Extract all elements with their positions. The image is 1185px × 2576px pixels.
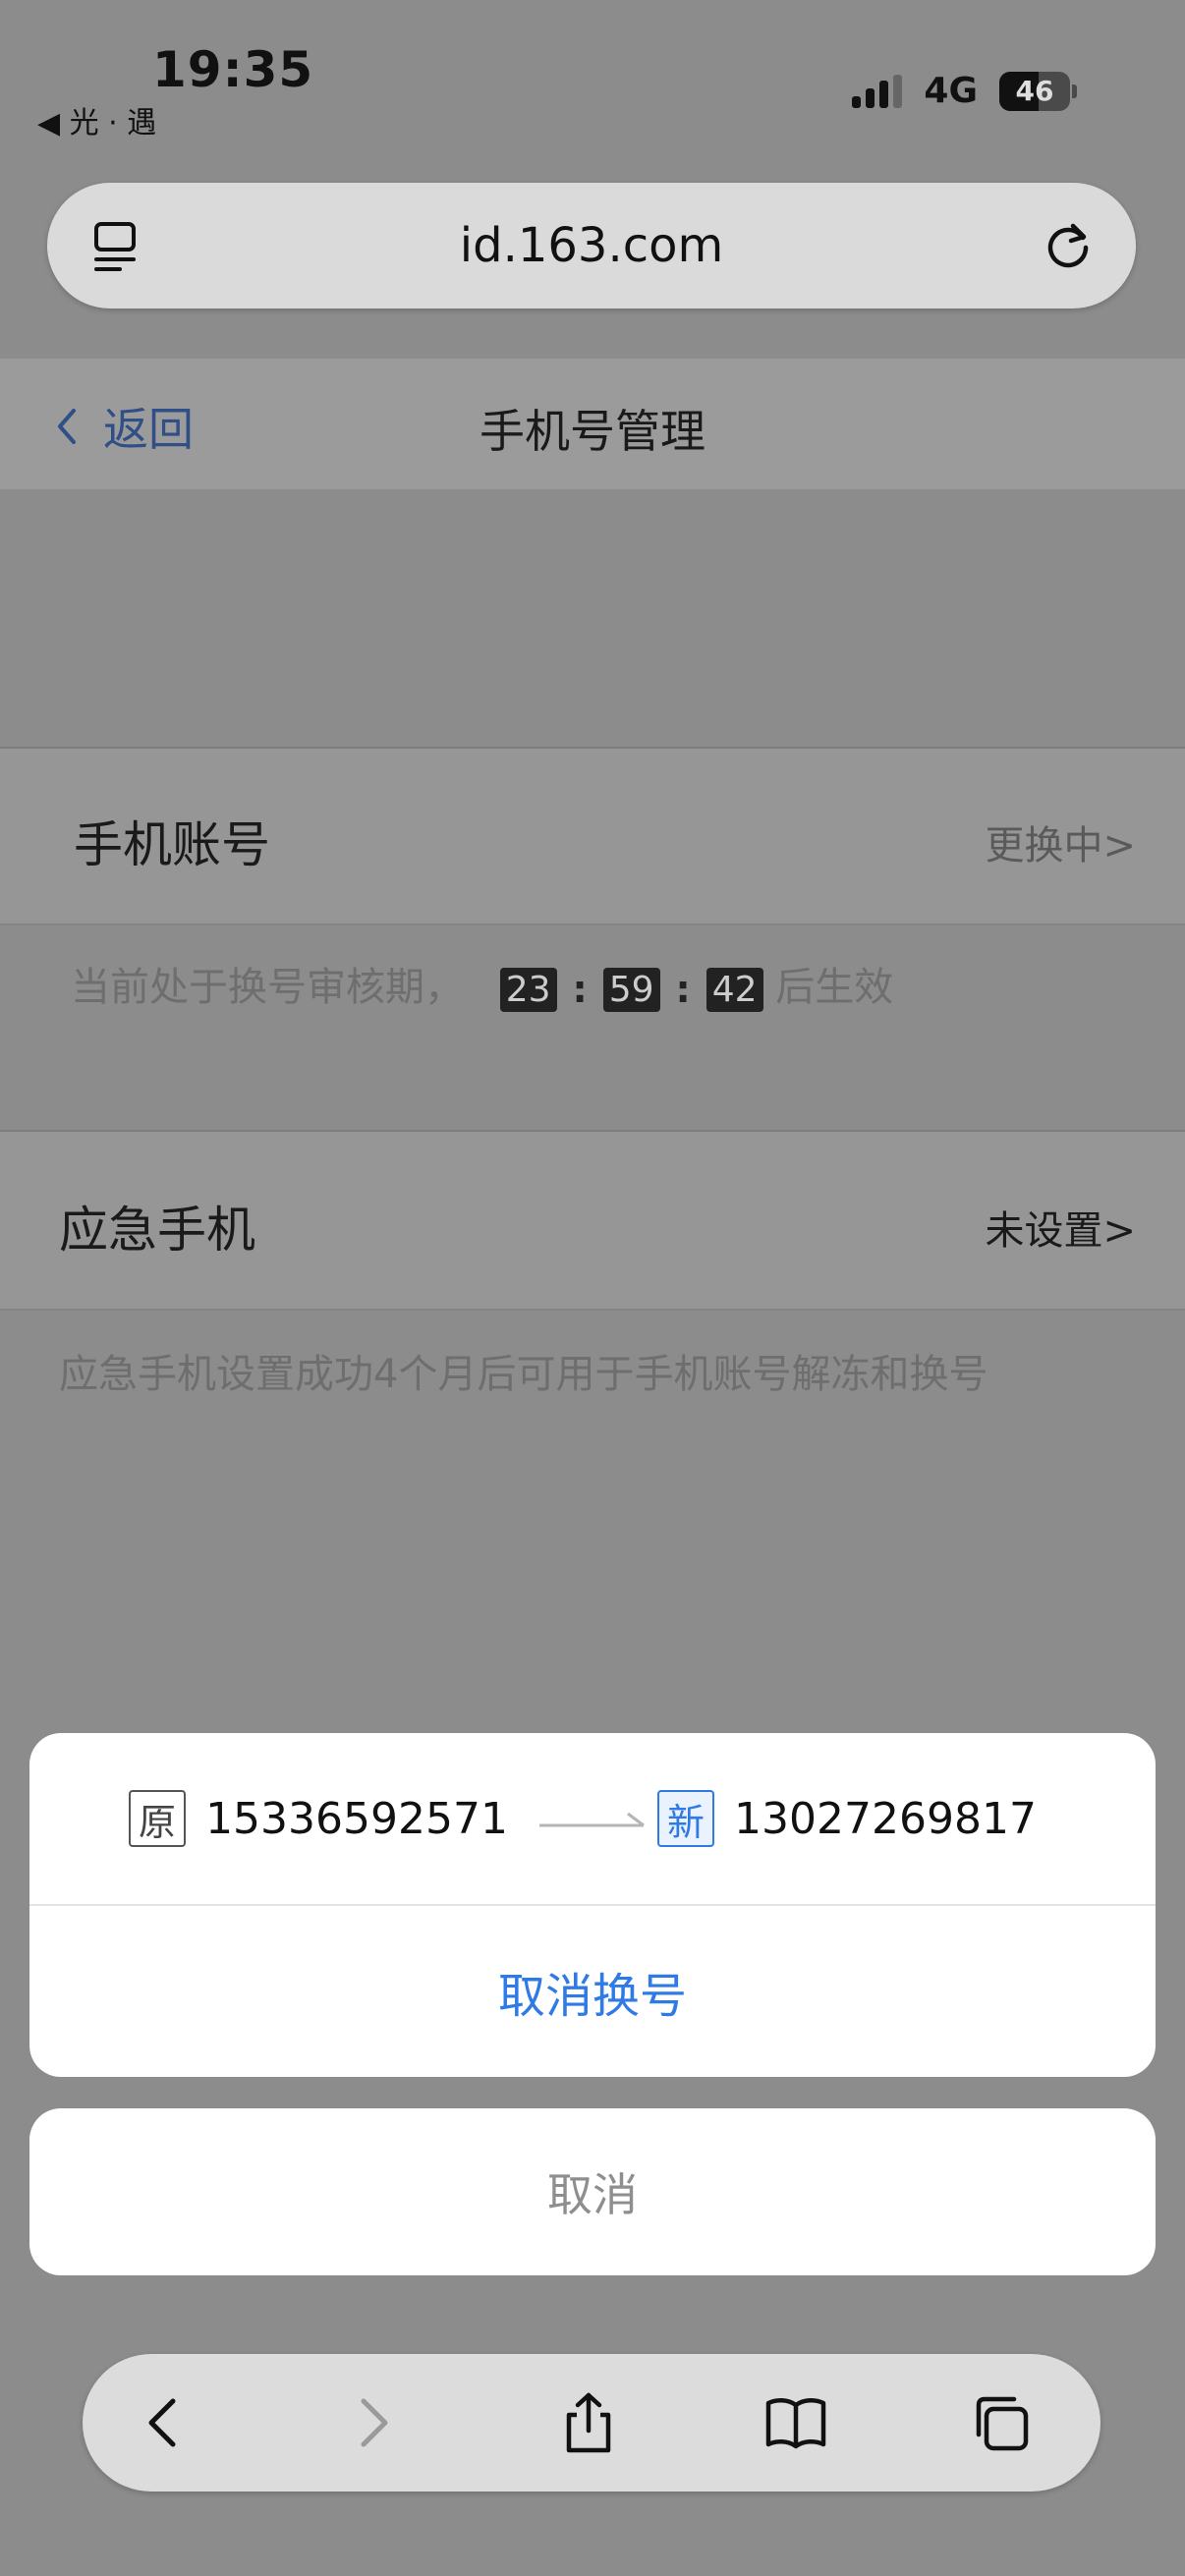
phone-account-row[interactable]: 手机账号 更换中> bbox=[0, 747, 1185, 925]
share-icon[interactable] bbox=[557, 2391, 620, 2454]
old-number-tag: 原 bbox=[129, 1790, 187, 1847]
phone-account-status[interactable]: 更换中> bbox=[985, 813, 1136, 870]
new-number: 13027269817 bbox=[734, 1793, 1037, 1844]
countdown-minutes: 59 bbox=[602, 967, 660, 1012]
change-number-sheet: 原 15336592571 新 13027269817 取消换号 bbox=[29, 1733, 1156, 2077]
hint-prefix: 当前处于换号审核期， bbox=[71, 965, 464, 1010]
battery-icon: 46 bbox=[999, 71, 1077, 111]
status-indicators: 4G 46 bbox=[852, 71, 1077, 111]
bookmarks-icon[interactable] bbox=[764, 2391, 827, 2454]
old-number: 15336592571 bbox=[205, 1793, 508, 1844]
emergency-phone-row[interactable]: 应急手机 未设置> bbox=[0, 1130, 1185, 1311]
page-title: 手机号管理 bbox=[480, 405, 705, 458]
phone-account-label: 手机账号 bbox=[74, 816, 270, 873]
phone-account-hint: 当前处于换号审核期， 23:59:42 后生效 bbox=[71, 965, 894, 1012]
url-text: id.163.com bbox=[459, 218, 724, 273]
reload-icon[interactable] bbox=[1040, 216, 1097, 273]
number-change-summary: 原 15336592571 新 13027269817 bbox=[29, 1733, 1156, 1906]
arrow-right-icon bbox=[539, 1812, 645, 1827]
battery-level: 46 bbox=[1015, 75, 1054, 107]
countdown-hours: 23 bbox=[499, 967, 557, 1012]
emergency-phone-status[interactable]: 未设置> bbox=[985, 1199, 1136, 1256]
countdown-seconds: 42 bbox=[705, 967, 763, 1012]
new-number-tag: 新 bbox=[657, 1790, 714, 1847]
page-nav-bar: 返回 手机号管理 bbox=[0, 359, 1185, 489]
address-bar[interactable]: id.163.com bbox=[47, 183, 1136, 308]
emergency-phone-label: 应急手机 bbox=[59, 1202, 255, 1259]
network-type: 4G bbox=[924, 71, 978, 111]
status-time: 19:35 bbox=[152, 41, 314, 98]
browser-toolbar bbox=[83, 2354, 1100, 2492]
back-to-app-link[interactable]: ◀ 光 · 遇 bbox=[37, 98, 156, 141]
cancel-button[interactable]: 取消 bbox=[29, 2108, 1156, 2275]
tabs-icon[interactable] bbox=[969, 2391, 1032, 2454]
back-icon[interactable] bbox=[134, 2391, 197, 2454]
cellular-signal-icon bbox=[852, 74, 903, 108]
emergency-phone-hint: 应急手机设置成功4个月后可用于手机账号解冻和换号 bbox=[59, 1352, 988, 1397]
forward-icon[interactable] bbox=[340, 2391, 403, 2454]
hint-suffix: 后生效 bbox=[775, 965, 894, 1010]
cancel-number-change-button[interactable]: 取消换号 bbox=[29, 1906, 1156, 2077]
